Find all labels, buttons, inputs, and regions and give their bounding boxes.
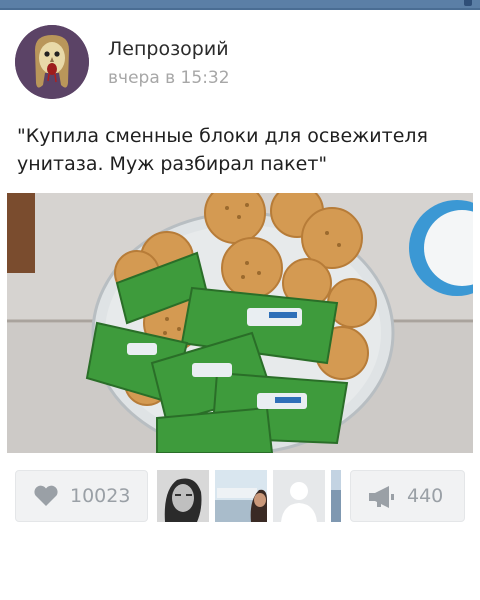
liker-avatar-woman-icon [157,470,209,522]
community-avatar[interactable] [15,25,89,99]
like-button[interactable]: 10023 [15,470,148,522]
status-bar-line [0,8,480,10]
megaphone-icon [367,485,397,513]
liker-avatar-placeholder-icon [273,470,325,522]
liker-avatar[interactable] [331,470,341,522]
share-button[interactable]: 440 [350,470,465,522]
liker-avatar-partial-icon [331,470,341,522]
status-indicator [464,0,472,6]
post-photo[interactable] [7,193,473,453]
author-name[interactable]: Лепрозорий [108,38,229,60]
status-bar [0,0,480,10]
post-time[interactable]: вчера в 15:32 [108,68,230,88]
share-count: 440 [407,485,444,507]
liker-avatar[interactable] [215,470,267,522]
post-text: "Купила сменные блоки для освежителя уни… [17,125,428,175]
liker-avatar[interactable] [273,470,325,522]
photo-image [7,193,473,453]
skull-face-avatar-icon [15,25,89,99]
like-count: 10023 [70,485,131,507]
liker-avatar-seaside-icon [215,470,267,522]
liker-avatar[interactable] [157,470,209,522]
heart-icon [33,485,59,511]
